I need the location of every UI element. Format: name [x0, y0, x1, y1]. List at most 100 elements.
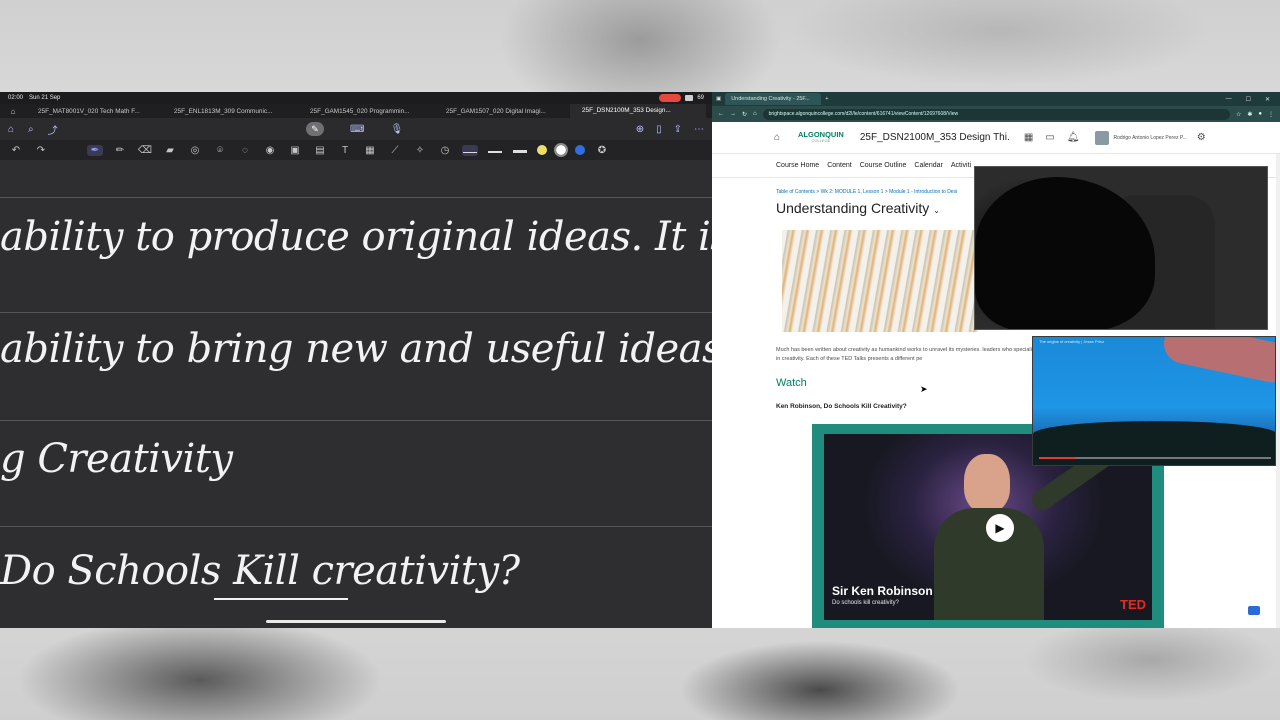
keyboard-icon[interactable]: ⌨ [350, 124, 364, 135]
status-bar: 02:00 Sun 21 Sep 69 [0, 92, 712, 104]
handwritten-note-line: Do Schools Kill creativity? [0, 548, 520, 594]
status-time: 02:00 [8, 95, 24, 101]
chat-icon[interactable] [1248, 606, 1260, 615]
user-name: Rodrigo Antonio Lopez Perez P... [1113, 134, 1187, 141]
webcam-overlay [974, 166, 1268, 330]
picture-in-picture-video[interactable]: The origins of creativity | Jesse Prinz [1032, 336, 1276, 466]
page-title-text: Understanding Creativity [776, 200, 930, 216]
home-icon[interactable]: ⌂ [0, 107, 26, 116]
document-tab-active[interactable]: 25F_DSN2100M_353 Design... [570, 104, 706, 118]
palette-icon[interactable]: ✪ [594, 145, 610, 156]
pen-icon[interactable]: ✒ [87, 144, 103, 156]
reload-icon[interactable]: ↻ [742, 111, 747, 118]
pip-video-title: The origins of creativity | Jesse Prinz [1039, 339, 1105, 344]
pencils-image [782, 230, 978, 332]
document-tab[interactable]: 25F_MAT8001V_020 Tech Math F... [26, 108, 162, 115]
eraser-icon[interactable]: ⌫ [137, 145, 153, 156]
line-thin-option[interactable] [462, 144, 478, 156]
note-canvas[interactable]: ability to produce original ideas. It is… [0, 160, 712, 628]
settings-icon[interactable]: ⚙ [1197, 132, 1206, 143]
textbox-icon[interactable]: T [337, 145, 353, 156]
document-tab[interactable]: 25F_GAM1545_020 Programmin... [298, 108, 434, 115]
nav-content[interactable]: Content [827, 162, 852, 169]
add-page-icon[interactable]: ⊕ [636, 124, 644, 135]
profile-icon[interactable]: ● [1258, 111, 1262, 117]
browser-menu-icon[interactable]: ▣ [716, 96, 721, 102]
video-scene-hand [1160, 337, 1275, 387]
video-speaker-name: Sir Ken Robinson [832, 584, 933, 598]
microphone-icon[interactable]: 🎙 [390, 124, 403, 135]
handwritten-note-line: ability to produce original ideas. It is… [0, 214, 712, 260]
forward-icon[interactable]: → [730, 111, 736, 117]
intro-paragraph: Much has been written about creativity a… [776, 347, 1038, 362]
document-tab[interactable]: 25F_GAM1507_020 Digital Imagi... [434, 108, 570, 115]
wifi-icon [685, 95, 694, 101]
shapes-icon[interactable]: ◎ [187, 145, 203, 156]
line-thick-option[interactable] [512, 145, 528, 156]
redo-icon[interactable]: ↷ [33, 145, 49, 156]
play-icon[interactable]: ▶ [986, 514, 1014, 542]
mouse-cursor-icon: ➤ [920, 384, 928, 394]
document-tab[interactable]: 25F_ENL1813M_309 Communic... [162, 108, 298, 115]
color-swatch-blue[interactable] [575, 145, 585, 155]
status-date: Sun 21 Sep [29, 95, 61, 101]
course-home-icon[interactable]: ⌂ [774, 132, 780, 143]
color-swatch-yellow[interactable] [537, 145, 547, 155]
highlighter-icon[interactable]: ▰ [162, 145, 178, 156]
chevron-down-icon[interactable]: ⌄ [933, 206, 940, 215]
browser-tab-strip: ▣ Understanding Creativity - 25F... + — … [712, 92, 1280, 106]
user-menu[interactable]: Rodrigo Antonio Lopez Perez P... [1095, 130, 1187, 145]
handwritten-note-line: g Creativity [0, 436, 233, 482]
close-icon[interactable]: ✕ [1265, 96, 1270, 103]
back-icon[interactable]: ← [718, 111, 724, 117]
course-title[interactable]: 25F_DSN2100M_353 Design Thi... [860, 132, 1010, 143]
new-tab-icon[interactable]: + [825, 96, 828, 102]
brightspace-header: ⌂ ALGONQUIN COLLEGE 25F_DSN2100M_353 Des… [712, 122, 1280, 154]
pencil-icon[interactable]: ✏ [112, 145, 128, 156]
color-swatch-white[interactable] [554, 143, 568, 157]
waffle-icon[interactable]: ▦ [1024, 132, 1033, 143]
breadcrumb[interactable]: Table of Contents > Wk 2: MODULE 1, Less… [776, 189, 957, 195]
page-title[interactable]: Understanding Creativity ⌄ [776, 200, 940, 216]
line-medium-option[interactable] [487, 145, 503, 156]
notifications-icon[interactable]: 🔔︎ [1067, 132, 1080, 143]
nav-course-outline[interactable]: Course Outline [860, 162, 907, 169]
handwritten-note-line: ability to bring new and useful ideas to… [0, 326, 712, 372]
eye-icon[interactable]: ◉ [262, 145, 278, 156]
share-icon[interactable]: ⤴ [48, 122, 58, 137]
talk-title: Ken Robinson, Do Schools Kill Creativity… [776, 403, 907, 410]
camera-icon[interactable]: ▦ [362, 145, 378, 156]
url-input[interactable]: brightspace.algonquincollege.com/d2l/le/… [762, 108, 1230, 120]
search-icon[interactable]: ⌕ [28, 124, 34, 135]
grid-icon[interactable]: ⌂ [8, 124, 14, 135]
bookmark-star-icon[interactable]: ☆ [1236, 111, 1241, 118]
more-icon[interactable]: ⋯ [694, 124, 704, 135]
address-bar-row: ← → ↻ ⌂ brightspace.algonquincollege.com… [712, 106, 1280, 122]
lasso-icon[interactable]: ⌾ [212, 145, 228, 156]
browser-more-icon[interactable]: ⋮ [1268, 111, 1274, 118]
extensions-icon[interactable]: ✱ [1247, 111, 1252, 118]
page-scrollbar[interactable] [1276, 154, 1280, 628]
undo-icon[interactable]: ↶ [8, 145, 24, 156]
college-logo[interactable]: ALGONQUIN COLLEGE [798, 130, 844, 144]
nav-activities[interactable]: Activiti [951, 162, 971, 169]
browser-tab[interactable]: Understanding Creativity - 25F... [725, 93, 822, 105]
text-lasso-icon[interactable]: ◌ [237, 145, 253, 156]
sticker-icon[interactable]: ▣ [287, 145, 303, 156]
main-toolbar: ⌂ ⌕ ⤴ ✎ ⌨ 🎙 ⊕ ▯ ⇪ ⋯ [0, 118, 712, 140]
image-icon[interactable]: ▤ [312, 145, 328, 156]
home-icon[interactable]: ⌂ [753, 111, 757, 117]
pip-progress-bar[interactable] [1039, 457, 1271, 459]
messages-icon[interactable]: ▭ [1045, 132, 1054, 143]
nav-calendar[interactable]: Calendar [914, 162, 942, 169]
clock-icon[interactable]: ◷ [437, 145, 453, 156]
export-icon[interactable]: ⇪ [674, 124, 682, 135]
maximize-icon[interactable]: ☐ [1246, 96, 1251, 103]
pen-mode-icon[interactable]: ✎ [306, 122, 324, 136]
ruler-icon[interactable]: ⟋ [387, 145, 403, 156]
home-indicator [266, 620, 446, 623]
laser-icon[interactable]: ✧ [412, 145, 428, 156]
minimize-icon[interactable]: — [1226, 96, 1232, 103]
nav-course-home[interactable]: Course Home [776, 162, 819, 169]
bookmark-icon[interactable]: ▯ [656, 124, 662, 135]
